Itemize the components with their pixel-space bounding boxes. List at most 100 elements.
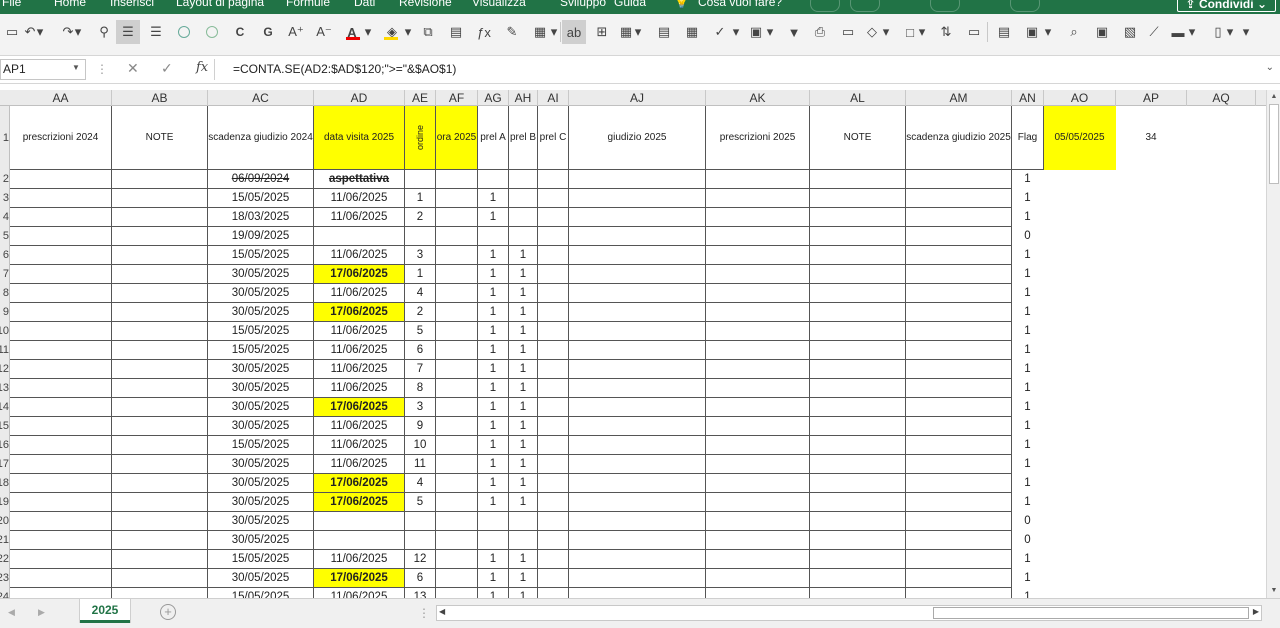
sheet-tab-2025[interactable]: 2025 [80, 599, 130, 623]
column-header-ac[interactable]: AC [208, 90, 314, 106]
expiry-2024-cell[interactable]: 18/03/2025 [208, 208, 314, 227]
rect-dropdown-icon[interactable]: ▾ [916, 20, 928, 44]
cell-al[interactable] [810, 474, 906, 493]
flag-cell[interactable]: 1 [1012, 303, 1044, 322]
order-cell[interactable]: 8 [405, 379, 436, 398]
paste-icon[interactable]: ▤ [444, 20, 468, 44]
wrap-text-icon[interactable]: ab [562, 20, 586, 44]
row-header[interactable]: 10 [0, 322, 9, 341]
prel-b-cell[interactable] [509, 208, 538, 227]
visit-date-cell[interactable]: 17/06/2025 [314, 398, 405, 417]
cell-aj[interactable] [569, 227, 706, 246]
cell-al[interactable] [810, 303, 906, 322]
order-cell[interactable] [405, 531, 436, 550]
header-cell-ak[interactable]: prescrizioni 2025 [706, 106, 810, 170]
cell-am[interactable] [906, 208, 1012, 227]
cell-ai[interactable] [538, 189, 569, 208]
cell-al[interactable] [810, 322, 906, 341]
prel-a-cell[interactable]: 1 [478, 474, 509, 493]
cell-aa[interactable] [10, 246, 112, 265]
cell-ak[interactable] [706, 379, 810, 398]
expiry-2024-cell[interactable]: 30/05/2025 [208, 493, 314, 512]
font-grow-icon[interactable]: A⁺ [284, 20, 308, 44]
cell-ai[interactable] [538, 512, 569, 531]
flag-cell[interactable]: 1 [1012, 208, 1044, 227]
cell-aj[interactable] [569, 303, 706, 322]
prel-b-cell[interactable]: 1 [509, 588, 538, 598]
order-cell[interactable] [405, 227, 436, 246]
header-cell-ag[interactable]: prel A [478, 106, 509, 170]
column-header-ak[interactable]: AK [706, 90, 810, 106]
row-header[interactable]: 16 [0, 436, 9, 455]
cell-aa[interactable] [10, 170, 112, 189]
cell-am[interactable] [906, 493, 1012, 512]
styles-dropdown-icon[interactable]: ▾ [764, 20, 776, 44]
cell-ai[interactable] [538, 531, 569, 550]
cell-ak[interactable] [706, 360, 810, 379]
formula-bar-grip-icon[interactable]: ⋮ [96, 62, 108, 76]
visit-date-cell[interactable]: 11/06/2025 [314, 360, 405, 379]
ribbon-tab-layout-di-pagina[interactable]: Layout di pagina [176, 0, 264, 9]
cell-af[interactable] [436, 588, 478, 598]
merge-icon[interactable]: ⊞ [590, 20, 614, 44]
column-header-ah[interactable]: AH [509, 90, 538, 106]
cell-al[interactable] [810, 208, 906, 227]
visit-date-cell[interactable]: 11/06/2025 [314, 550, 405, 569]
flag-cell[interactable]: 0 [1012, 512, 1044, 531]
flag-cell[interactable]: 1 [1012, 189, 1044, 208]
cell-ak[interactable] [706, 436, 810, 455]
cell-am[interactable] [906, 265, 1012, 284]
cell-af[interactable] [436, 379, 478, 398]
cell-al[interactable] [810, 398, 906, 417]
header-cell-aj[interactable]: giudizio 2025 [569, 106, 706, 170]
expiry-2024-cell[interactable]: 19/09/2025 [208, 227, 314, 246]
filter-icon[interactable]: ▼ [782, 20, 806, 44]
prel-a-cell[interactable] [478, 170, 509, 189]
cell-ab[interactable] [112, 246, 208, 265]
header-cell-aa[interactable]: prescrizioni 2024 [10, 106, 112, 170]
cell-ab[interactable] [112, 379, 208, 398]
cell-ai[interactable] [538, 341, 569, 360]
flag-cell[interactable]: 1 [1012, 341, 1044, 360]
cell-aa[interactable] [10, 550, 112, 569]
prel-a-cell[interactable]: 1 [478, 322, 509, 341]
cell-ab[interactable] [112, 189, 208, 208]
visit-date-cell[interactable]: 17/06/2025 [314, 474, 405, 493]
cell-aa[interactable] [10, 493, 112, 512]
cell-ai[interactable] [538, 170, 569, 189]
header-cell-al[interactable]: NOTE [810, 106, 906, 170]
flag-cell[interactable]: 1 [1012, 436, 1044, 455]
horizontal-scrollbar[interactable]: ◀ ▶ [436, 605, 1262, 621]
cell-ak[interactable] [706, 493, 810, 512]
preview-icon[interactable]: ▭ [836, 20, 860, 44]
cell-ab[interactable] [112, 569, 208, 588]
cell-aa[interactable] [10, 284, 112, 303]
column-header-ae[interactable]: AE [405, 90, 436, 106]
camera-icon[interactable]: ⌕ [1062, 20, 1086, 44]
visit-date-cell[interactable]: 11/06/2025 [314, 246, 405, 265]
cell-al[interactable] [810, 170, 906, 189]
visit-date-cell[interactable]: 17/06/2025 [314, 265, 405, 284]
row-header[interactable]: 21 [0, 531, 9, 550]
chart-icon[interactable]: ⟋ [1142, 20, 1166, 44]
cell-am[interactable] [906, 189, 1012, 208]
cell-aj[interactable] [569, 417, 706, 436]
order-cell[interactable] [405, 512, 436, 531]
cell-al[interactable] [810, 227, 906, 246]
prel-a-cell[interactable]: 1 [478, 246, 509, 265]
prel-a-cell[interactable]: 1 [478, 265, 509, 284]
visit-date-cell[interactable] [314, 531, 405, 550]
cell-ab[interactable] [112, 512, 208, 531]
cell-af[interactable] [436, 265, 478, 284]
order-cell[interactable]: 4 [405, 284, 436, 303]
visit-date-cell[interactable]: 11/06/2025 [314, 379, 405, 398]
cell-af[interactable] [436, 436, 478, 455]
expiry-2024-cell[interactable]: 30/05/2025 [208, 360, 314, 379]
cell-ai[interactable] [538, 474, 569, 493]
row-header[interactable]: 18 [0, 474, 9, 493]
row-header[interactable]: 19 [0, 493, 9, 512]
cell-aa[interactable] [10, 208, 112, 227]
ribbon-tab-formule[interactable]: Formule [286, 0, 330, 9]
cell-ai[interactable] [538, 493, 569, 512]
prel-b-cell[interactable]: 1 [509, 569, 538, 588]
